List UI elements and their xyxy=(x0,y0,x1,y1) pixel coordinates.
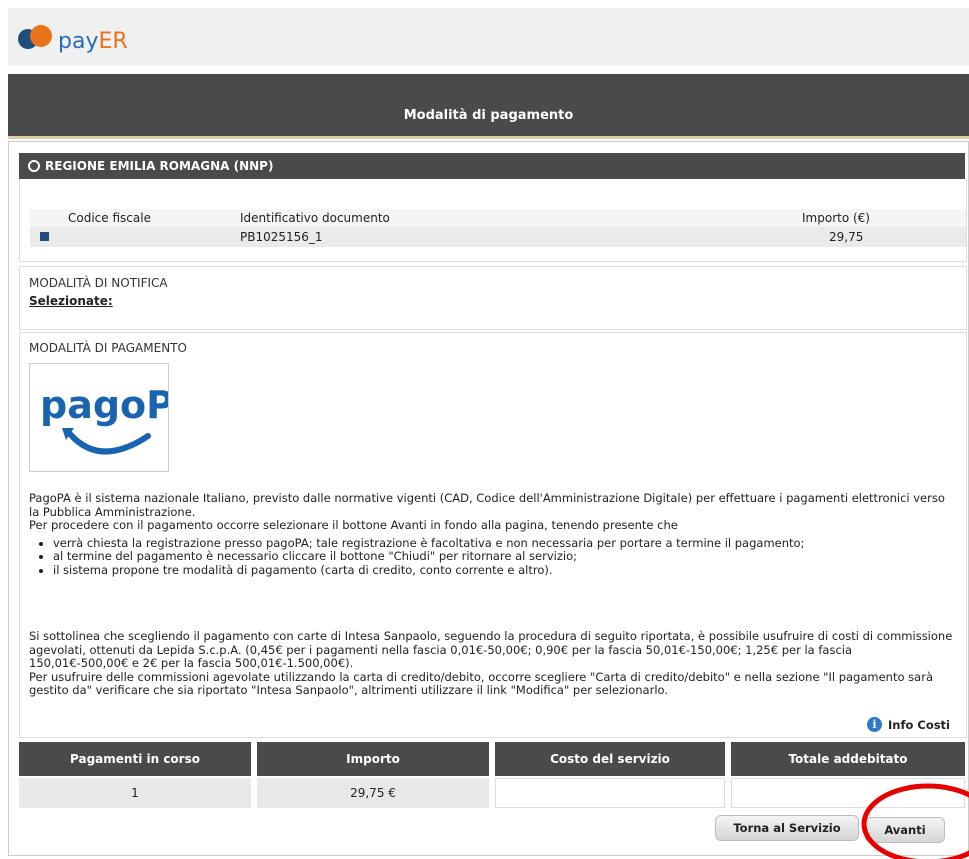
summary-value-importo: 29,75 € xyxy=(257,778,489,808)
info-costi-label: Info Costi xyxy=(888,717,950,732)
cell-importo: 29,75 xyxy=(829,230,864,244)
ente-name: REGIONE EMILIA ROMAGNA (NNP) xyxy=(45,159,274,173)
summary-value-pagamenti: 1 xyxy=(19,778,251,808)
documents-table-header: Codice fiscale Identificativo documento … xyxy=(30,209,966,227)
title-bar: Modalità di pagamento xyxy=(8,74,969,139)
pagopa-logo: pagoPA xyxy=(29,363,201,472)
logo-text: payER xyxy=(58,28,128,54)
highlight-circle-annotation xyxy=(861,783,969,859)
documents-panel: Codice fiscale Identificativo documento … xyxy=(19,179,967,262)
table-row: PB1025156_1 29,75 xyxy=(30,227,966,247)
pagamento-panel: MODALITÀ DI PAGAMENTO pagoPA PagoPA è il… xyxy=(19,332,967,738)
pagamento-heading: MODALITÀ DI PAGAMENTO xyxy=(29,341,187,355)
list-item: al termine del pagamento è necessario cl… xyxy=(53,549,954,564)
pagopa-intro-2: Per procedere con il pagamento occorre s… xyxy=(29,518,678,532)
commission-note-2: Per usufruire delle commissioni agevolat… xyxy=(29,669,933,697)
page-title: Modalità di pagamento xyxy=(403,108,574,123)
commission-note-1: Si sottolinea che scegliendo il pagament… xyxy=(29,629,953,670)
pagopa-intro-1: PagoPA è il sistema nazionale Italiano, … xyxy=(29,491,945,519)
cell-identificativo: PB1025156_1 xyxy=(240,230,323,244)
info-costi-link[interactable]: i Info Costi xyxy=(867,717,950,732)
top-header: payER xyxy=(8,8,969,66)
ente-radio-icon xyxy=(28,160,40,172)
commission-note: Si sottolinea che scegliendo il pagament… xyxy=(29,629,954,698)
notifica-heading: MODALITÀ DI NOTIFICA xyxy=(29,276,168,290)
summary-value-costo xyxy=(495,778,725,808)
logo-dots-icon xyxy=(18,23,56,53)
main-container: REGIONE EMILIA ROMAGNA (NNP) Codice fisc… xyxy=(8,141,969,856)
summary-header-pagamenti: Pagamenti in corso xyxy=(19,742,251,776)
list-item: verrà chiesta la registrazione presso pa… xyxy=(53,536,954,551)
col-codice-fiscale: Codice fiscale xyxy=(68,211,151,225)
notifica-selected-label: Selezionate: xyxy=(29,294,113,308)
notifica-panel: MODALITÀ DI NOTIFICA Selezionate: xyxy=(19,266,967,330)
pagopa-logo-text: pagoPA xyxy=(40,383,168,427)
ente-header: REGIONE EMILIA ROMAGNA (NNP) xyxy=(19,153,965,179)
pagopa-bullets: verrà chiesta la registrazione presso pa… xyxy=(29,536,954,578)
torna-al-servizio-button[interactable]: Torna al Servizio xyxy=(715,815,859,841)
pagopa-description: PagoPA è il sistema nazionale Italiano, … xyxy=(29,491,954,578)
payer-logo: payER xyxy=(18,20,128,56)
info-icon: i xyxy=(867,717,882,732)
col-importo: Importo (€) xyxy=(802,211,870,225)
row-marker-icon xyxy=(40,232,49,241)
col-identificativo: Identificativo documento xyxy=(240,211,390,225)
summary-header-costo: Costo del servizio xyxy=(495,742,725,776)
summary-header-totale: Totale addebitato xyxy=(731,742,965,776)
list-item: il sistema propone tre modalità di pagam… xyxy=(53,563,954,578)
summary-header-importo: Importo xyxy=(257,742,489,776)
